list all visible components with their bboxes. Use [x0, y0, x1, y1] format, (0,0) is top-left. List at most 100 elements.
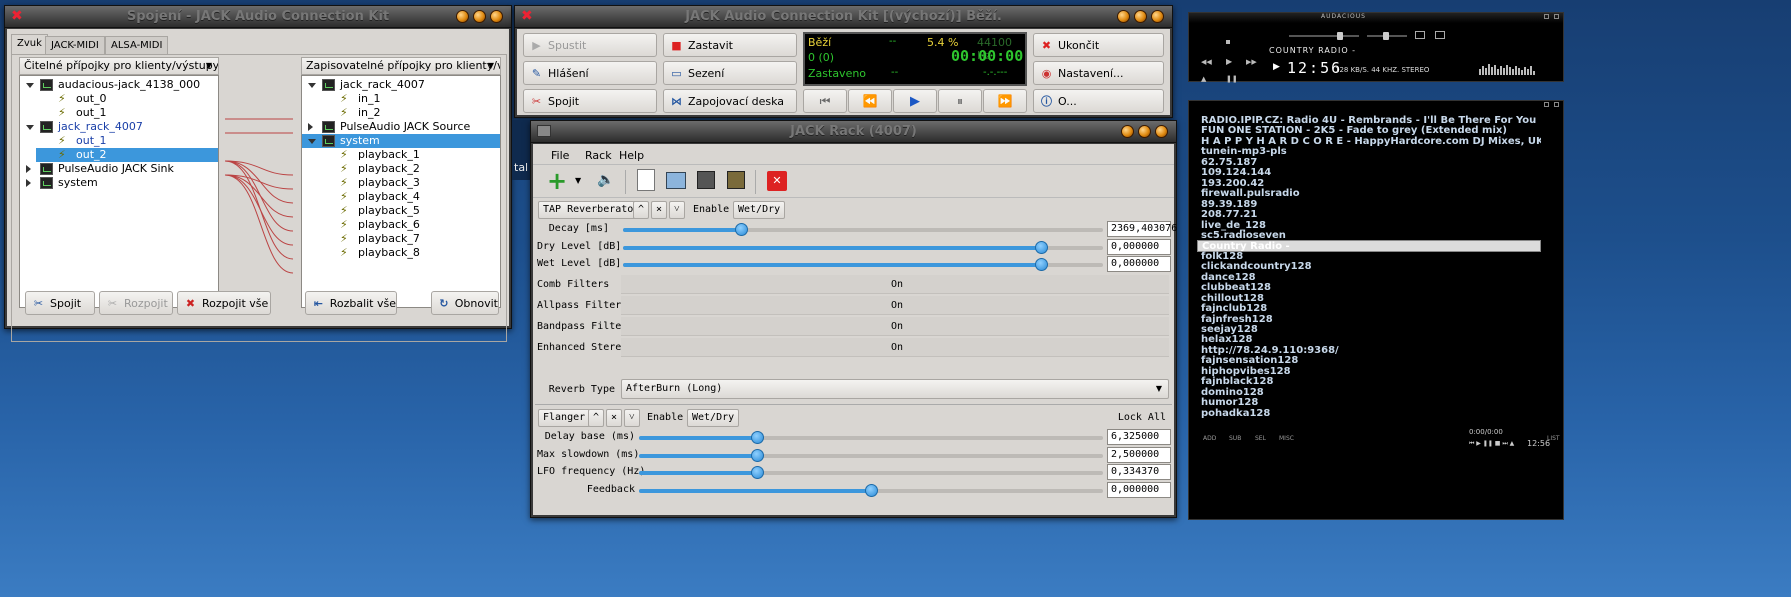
minimize-button[interactable]	[1117, 10, 1130, 23]
writable-ports-header[interactable]: Zapisovatelné přípojky pro klienty/výst …	[301, 57, 501, 75]
slider-knob[interactable]	[751, 431, 765, 444]
tab-jack-midi[interactable]: JACK-MIDI	[45, 36, 105, 54]
session-button[interactable]: ▭ Sezení	[663, 61, 797, 85]
mini-controls[interactable]: ⏮ ▶ ❚❚ ■ ⏭ ▲	[1469, 440, 1514, 448]
setup-button[interactable]: ◉ Nastavení...	[1033, 61, 1164, 85]
toggle-button[interactable]: On	[621, 317, 1169, 336]
port-row[interactable]: ⚡ playback_6	[318, 218, 500, 232]
remove-button[interactable]: ×	[651, 201, 668, 219]
main-titlebar[interactable]: ✖ JACK Audio Connection Kit [(výchozí)] …	[515, 6, 1172, 28]
slider-knob[interactable]	[1034, 240, 1048, 254]
rewind-button[interactable]: ⏪	[848, 89, 892, 113]
stop-icon[interactable]	[1226, 40, 1230, 44]
save-icon[interactable]	[697, 171, 715, 189]
disconnect-all-button[interactable]: ✖ Rozpojit vše	[177, 291, 271, 315]
reverb-enable-label[interactable]: Enable	[693, 204, 729, 215]
move-up-button[interactable]: ^	[588, 409, 605, 427]
writable-ports-list[interactable]: jack_rack_4007 ⚡ in_1 ⚡ in_2 PulseAudio JACK …	[301, 75, 501, 308]
reverb-type-select[interactable]: AfterBurn (Long) ▼	[621, 379, 1169, 399]
port-row[interactable]: ⚡ playback_2	[318, 162, 500, 176]
param-value-field[interactable]: 0,000000	[1107, 238, 1171, 255]
menu-icon[interactable]	[1544, 102, 1549, 107]
expanded-arrow-icon[interactable]	[308, 139, 316, 144]
tab-alsa-midi[interactable]: ALSA-MIDI	[105, 36, 169, 54]
menu-rack[interactable]: Rack	[585, 149, 612, 162]
readable-ports-header[interactable]: Čitelné přípojky pro klienty/výstupy ▼	[19, 57, 219, 75]
messages-button[interactable]: ✎ Hlášení	[523, 61, 657, 85]
remove-button[interactable]: ×	[606, 409, 623, 427]
menu-icon[interactable]	[1544, 14, 1549, 19]
patchbay-button[interactable]: ⋈ Zapojovací deska	[663, 89, 797, 113]
maximize-button[interactable]	[1134, 10, 1147, 23]
connect-button[interactable]: ✂ Spojit	[523, 89, 657, 113]
slider-knob[interactable]	[751, 466, 765, 479]
misc-button[interactable]: MISC	[1279, 435, 1294, 442]
sel-button[interactable]: SEL	[1255, 435, 1266, 442]
new-file-icon[interactable]	[637, 169, 655, 191]
param-slider[interactable]	[639, 448, 1103, 462]
expanded-arrow-icon[interactable]	[26, 83, 34, 88]
connect-button[interactable]: ✂ Spojit	[25, 291, 95, 315]
playlist-item[interactable]: pohadka128	[1197, 408, 1541, 420]
save-as-icon[interactable]	[727, 171, 745, 189]
maximize-button[interactable]	[1138, 125, 1151, 138]
port-row[interactable]: ⚡ playback_3	[318, 176, 500, 190]
status-display[interactable]: Běží -- 5.4 % 44100 Hz 0 (0) 00:00:00 Za…	[803, 32, 1027, 86]
flanger-enable-label[interactable]: Enable	[647, 412, 683, 423]
port-row[interactable]: ⚡ playback_5	[318, 204, 500, 218]
plugin-flanger-name-button[interactable]: Flanger	[538, 409, 591, 427]
playlist-scrollbar[interactable]	[1547, 115, 1555, 475]
move-down-button[interactable]: ˅	[669, 201, 685, 219]
eject-icon[interactable]: ▲	[1201, 75, 1206, 83]
param-value-field[interactable]: 6,325000	[1107, 429, 1171, 445]
param-value-field[interactable]: 0,000000	[1107, 481, 1171, 498]
open-file-icon[interactable]	[666, 172, 686, 189]
close-icon[interactable]	[1554, 14, 1559, 19]
port-row[interactable]: ⚡ in_2	[318, 106, 500, 120]
sub-button[interactable]: SUB	[1229, 435, 1241, 442]
client-row[interactable]: audacious-jack_4138_000	[20, 78, 218, 92]
lock-all-label[interactable]: Lock All	[1118, 412, 1166, 423]
maximize-button[interactable]	[473, 10, 486, 23]
close-button[interactable]	[1155, 125, 1168, 138]
port-row[interactable]: ⚡ playback_4	[318, 190, 500, 204]
port-row[interactable]: ⚡ out_1	[36, 134, 218, 148]
toggle-button[interactable]: On	[621, 275, 1169, 294]
slider-knob[interactable]	[1034, 258, 1048, 271]
port-row[interactable]: ⚡ playback_8	[318, 246, 500, 260]
minimize-button[interactable]	[1121, 125, 1134, 138]
port-row[interactable]: ⚡ out_0	[36, 92, 218, 106]
param-slider[interactable]	[623, 223, 1103, 236]
speaker-icon[interactable]: 🔈	[597, 172, 614, 188]
param-slider[interactable]	[639, 466, 1103, 479]
playlist-icon[interactable]	[1435, 31, 1445, 39]
jackrack-titlebar[interactable]: JACK Rack (4007)	[531, 121, 1176, 143]
add-plugin-icon[interactable]: +	[547, 168, 567, 194]
slider-knob[interactable]	[751, 448, 765, 462]
client-row[interactable]: jack_rack_4007	[20, 120, 218, 134]
param-slider[interactable]	[623, 240, 1103, 254]
pause-icon[interactable]: ❚❚	[1226, 75, 1238, 83]
param-slider[interactable]	[639, 483, 1103, 497]
toggle-button[interactable]: On	[621, 338, 1169, 357]
collapsed-arrow-icon[interactable]	[26, 165, 31, 173]
playlist-titlebar[interactable]	[1189, 101, 1563, 111]
close-button[interactable]	[490, 10, 503, 23]
port-row[interactable]: ⚡ in_1	[318, 92, 500, 106]
menu-file[interactable]: File	[551, 149, 569, 162]
port-row[interactable]: ⚡ playback_7	[318, 232, 500, 246]
quit-button[interactable]: ✖ Ukončit	[1033, 33, 1164, 57]
port-row[interactable]: ⚡ out_2	[36, 148, 218, 162]
minimize-button[interactable]	[456, 10, 469, 23]
param-value-field[interactable]: 2369,403076	[1107, 221, 1177, 237]
collapsed-arrow-icon[interactable]	[26, 179, 31, 187]
param-value-field[interactable]: 2,500000	[1107, 446, 1171, 463]
playlist[interactable]: RADIO.IPIP.CZ: Radio 4U - Rembrands - I'…	[1197, 115, 1543, 475]
add-button[interactable]: ADD	[1203, 435, 1216, 442]
prev-icon[interactable]: ◀◀	[1201, 58, 1212, 66]
client-row[interactable]: jack_rack_4007	[302, 78, 500, 92]
close-button[interactable]	[1151, 10, 1164, 23]
slider-knob[interactable]	[865, 483, 878, 497]
chevron-down-icon[interactable]: ▼	[575, 176, 581, 185]
move-down-button[interactable]: ˅	[624, 409, 640, 427]
